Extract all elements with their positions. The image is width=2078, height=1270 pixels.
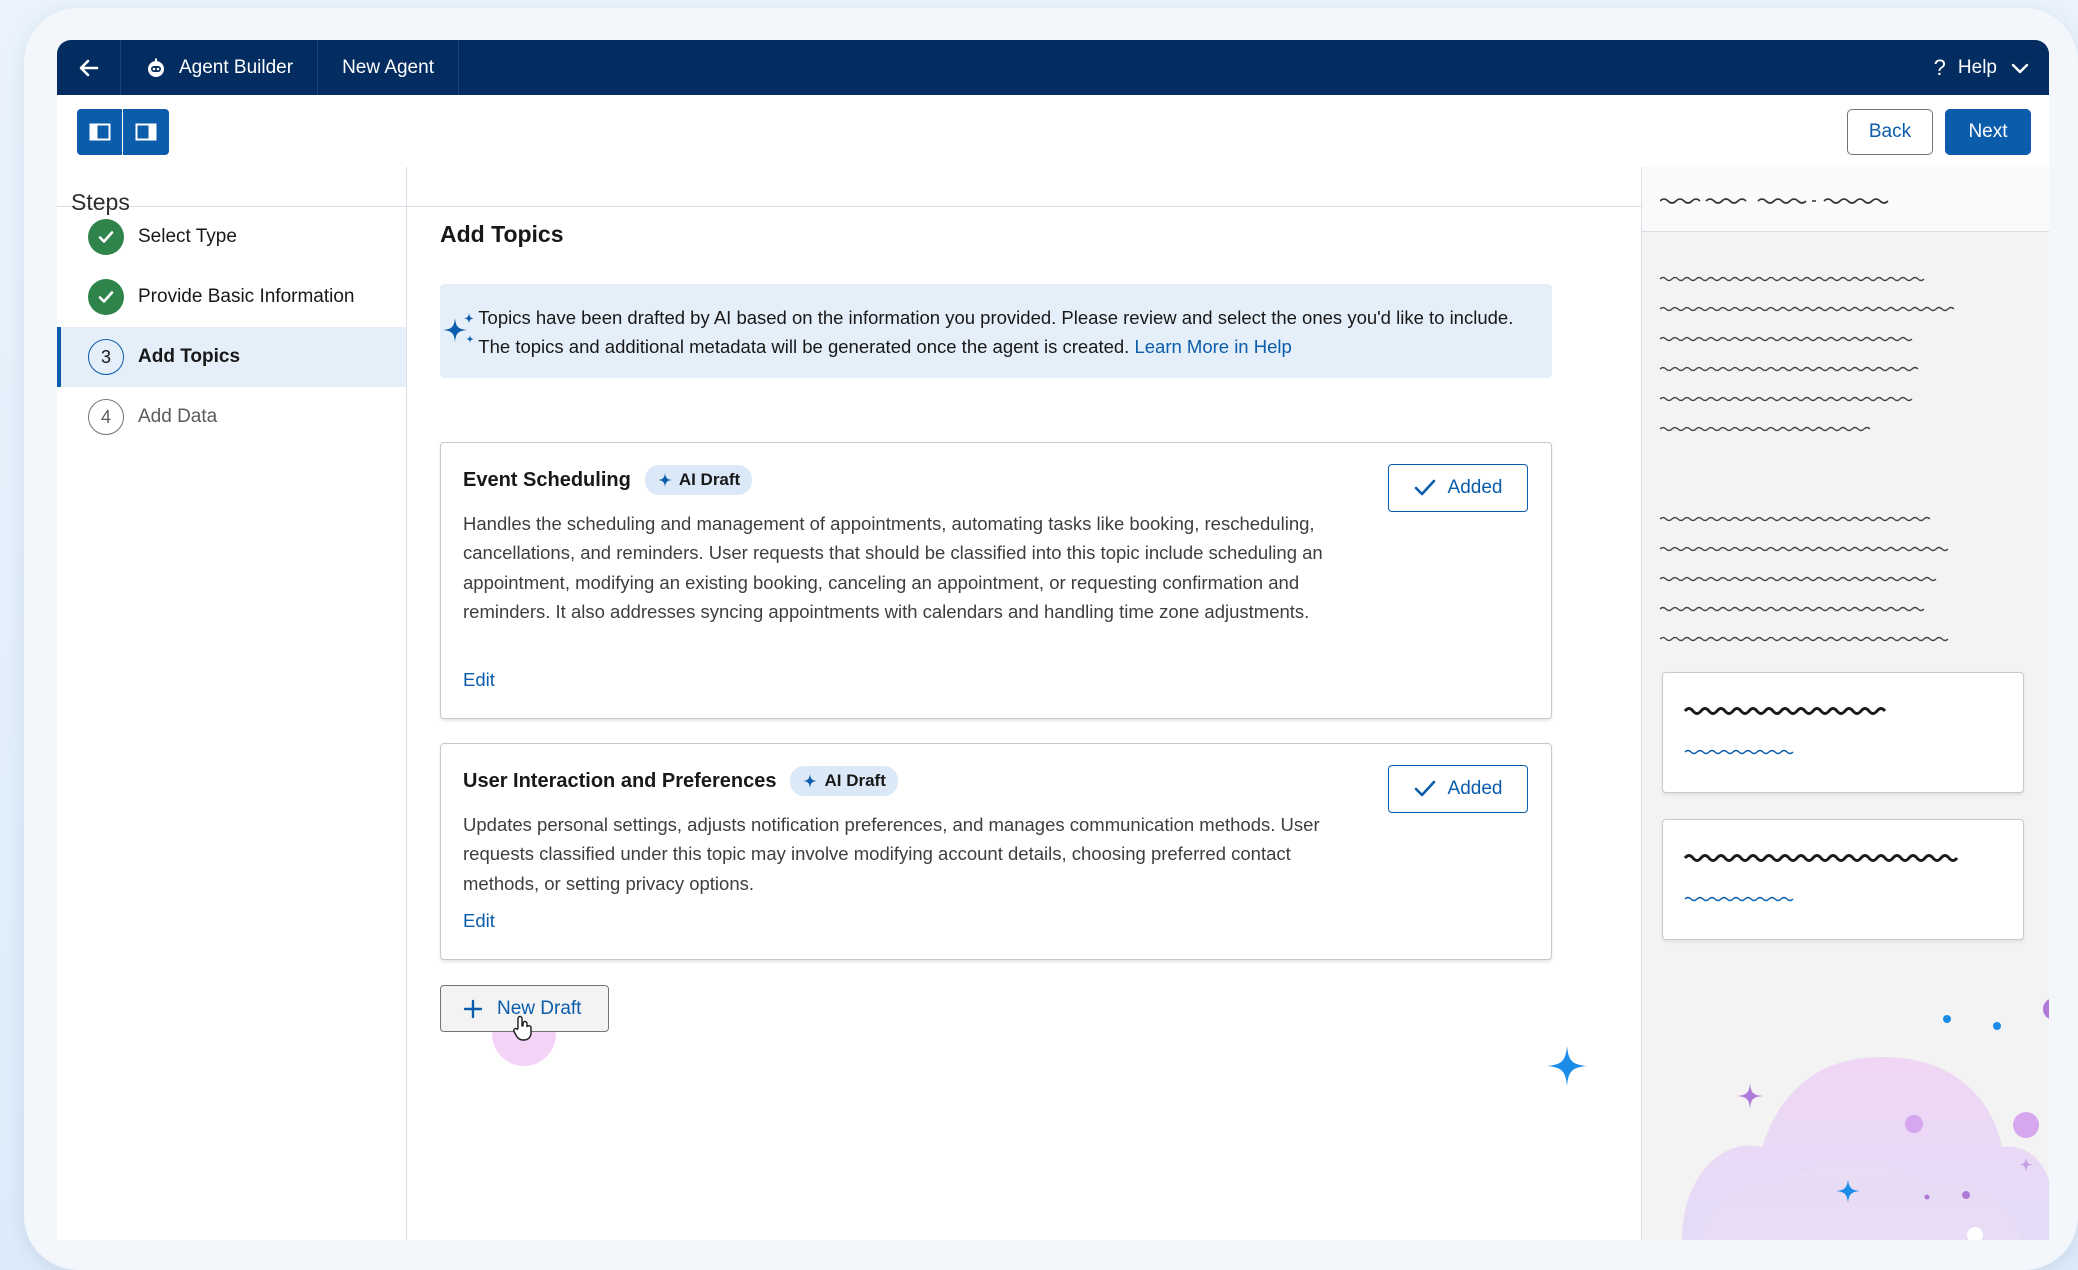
step-select-type[interactable]: Select Type	[57, 207, 406, 267]
sparkle-icon	[1547, 1046, 1587, 1086]
question-icon: ?	[1933, 54, 1946, 80]
added-label: Added	[1447, 778, 1503, 799]
sparkle-illustration	[1682, 999, 2049, 1240]
help-label: Help	[1957, 56, 1997, 78]
app-name: Agent Builder	[179, 56, 294, 78]
added-button[interactable]: Added	[1388, 765, 1528, 813]
ai-info-banner: Topics have been drafted by AI based on …	[440, 284, 1552, 378]
added-label: Added	[1447, 477, 1503, 498]
step-basic-info[interactable]: Provide Basic Information	[57, 267, 406, 327]
badge-label: AI Draft	[678, 470, 741, 489]
ai-draft-badge: AI Draft	[644, 465, 753, 495]
step-number: 3	[88, 339, 124, 375]
step-label: Add Topics	[138, 346, 241, 367]
added-button[interactable]: Added	[1388, 464, 1528, 512]
topic-description: Handles the scheduling and management of…	[463, 513, 1323, 623]
plus-icon	[463, 999, 483, 1018]
steps-sidebar: Steps Select Type Provide Basic Informat…	[57, 167, 407, 1240]
check-icon	[88, 279, 124, 315]
panel-toggle-group	[77, 109, 169, 155]
topic-card: Event Scheduling AI Draft Added Handles …	[440, 442, 1552, 719]
topic-title: User Interaction and Preferences	[463, 769, 777, 792]
sparkle-icon	[443, 313, 475, 343]
check-icon	[1414, 780, 1435, 797]
sparkle-icon	[657, 473, 672, 487]
nav-app-tab[interactable]: Agent Builder	[121, 40, 319, 95]
placeholder-card-content	[1683, 854, 1959, 902]
main-content: Add Topics Topics have been drafted by A…	[407, 167, 1641, 1240]
step-add-data[interactable]: 4 Add Data	[57, 387, 406, 447]
edit-link[interactable]: Edit	[463, 669, 495, 691]
right-panel-icon	[135, 123, 157, 141]
sparkle-icon	[803, 774, 818, 788]
hand-cursor-icon	[513, 1015, 532, 1041]
left-panel-toggle[interactable]	[77, 109, 123, 155]
new-draft-label: New Draft	[497, 997, 582, 1019]
step-label: Select Type	[138, 226, 237, 247]
top-nav: Agent Builder New Agent ? Help	[57, 40, 2049, 95]
info-text: Topics have been drafted by AI based on …	[478, 307, 1514, 357]
back-arrow-icon	[79, 59, 98, 76]
back-button[interactable]: Back	[1847, 109, 1933, 155]
help-menu[interactable]: ? Help	[1934, 55, 2049, 81]
next-button[interactable]: Next	[1945, 109, 2031, 155]
preview-panel	[1641, 167, 2049, 1240]
step-label: Provide Basic Information	[138, 286, 355, 307]
right-panel-toggle[interactable]	[123, 109, 169, 155]
step-number: 4	[88, 399, 124, 435]
chevron-down-icon	[2011, 63, 2029, 73]
step-label: Add Data	[138, 406, 218, 427]
app-window: Agent Builder New Agent ? Help Back Next…	[57, 40, 2049, 1240]
placeholder-paragraphs	[1659, 606, 1949, 642]
badge-label: AI Draft	[824, 771, 886, 790]
check-icon	[88, 219, 124, 255]
learn-more-link[interactable]: Learn More in Help	[1134, 336, 1291, 357]
left-panel-icon	[89, 123, 110, 141]
step-add-topics[interactable]: 3 Add Topics	[57, 327, 406, 387]
topic-title: Event Scheduling	[463, 468, 631, 491]
nav-page-tab[interactable]: New Agent	[318, 40, 459, 95]
preview-card	[1662, 672, 2024, 793]
page-title: Add Topics	[440, 221, 564, 247]
check-icon	[1414, 479, 1435, 496]
placeholder-card-content	[1683, 707, 1887, 755]
topic-card: User Interaction and Preferences AI Draf…	[440, 743, 1552, 960]
agent-bot-icon	[148, 58, 164, 77]
page-name: New Agent	[342, 56, 434, 78]
preview-card	[1662, 819, 2024, 940]
ai-draft-badge: AI Draft	[790, 766, 898, 796]
nav-back-button[interactable]	[57, 40, 121, 95]
topic-description: Updates personal settings, adjusts notif…	[463, 814, 1320, 894]
placeholder-paragraphs	[1659, 276, 1955, 582]
edit-link[interactable]: Edit	[463, 910, 495, 932]
